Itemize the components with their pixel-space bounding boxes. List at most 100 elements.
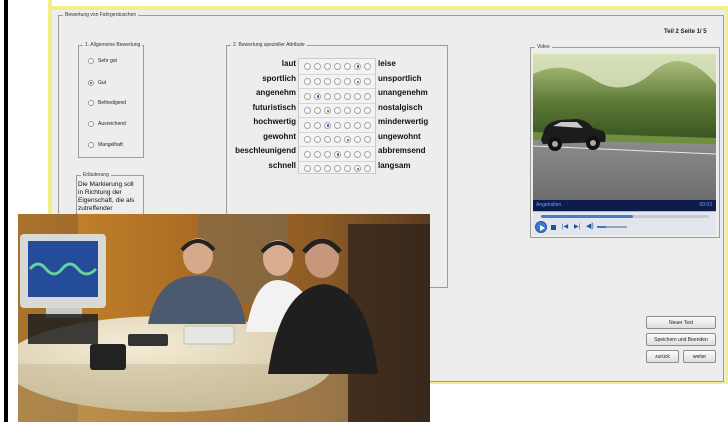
overall-rating-option-label: Gut (98, 80, 107, 86)
scale-radio-button[interactable] (344, 136, 351, 144)
play-icon[interactable] (535, 221, 547, 233)
scale-radio-button[interactable] (344, 107, 351, 115)
radio-button[interactable] (88, 142, 94, 148)
scale-radio-button[interactable] (354, 107, 361, 115)
scale-radio-button[interactable] (314, 136, 321, 144)
scale-radio-button[interactable] (304, 92, 311, 100)
scale-radio-button[interactable] (314, 150, 321, 158)
scale-radio-button[interactable] (314, 165, 321, 173)
radio-button[interactable] (88, 58, 94, 64)
video-status-text: Angehalten (536, 202, 562, 208)
video-player-screen[interactable] (533, 54, 716, 200)
attribute-rating-legend: 2. Bewertung spezieller Attribute (233, 42, 305, 48)
scale-radio-button[interactable] (324, 121, 331, 129)
scale-radio-button[interactable] (324, 62, 331, 70)
attribute-row (299, 131, 375, 144)
scale-radio-button[interactable] (314, 78, 321, 86)
scale-radio-button[interactable] (314, 92, 321, 100)
overall-rating-option[interactable]: Mangelhaft (88, 142, 123, 148)
back-button[interactable]: zurück (646, 350, 679, 363)
scale-radio-button[interactable] (334, 136, 341, 144)
next-icon[interactable]: ▶| (574, 224, 580, 230)
page-indicator: Teil 2 Seite 1/ 5 (664, 29, 707, 35)
overall-rating-option[interactable]: Ausreichend (88, 121, 126, 127)
scale-radio-button[interactable] (324, 165, 331, 173)
overall-rating-option[interactable]: Sehr gut (88, 58, 117, 64)
scale-radio-button[interactable] (354, 136, 361, 144)
scale-radio-button[interactable] (354, 78, 361, 86)
scale-radio-button[interactable] (354, 121, 361, 129)
previous-icon[interactable]: |◀ (562, 224, 568, 230)
video-status-bar: Angehalten 00:03 (533, 200, 716, 211)
scale-radio-button[interactable] (304, 165, 311, 173)
overall-rating-option[interactable]: Gut (88, 80, 106, 86)
video-controls: |◀ ▶| ◀) (533, 211, 716, 235)
scale-radio-button[interactable] (334, 121, 341, 129)
attribute-row (299, 146, 375, 158)
attribute-right-label: unsportlich (378, 73, 422, 83)
scale-radio-button[interactable] (344, 121, 351, 129)
attribute-left-label: hochwertig (253, 117, 296, 126)
stop-icon[interactable] (551, 225, 556, 230)
scale-radio-button[interactable] (354, 150, 361, 158)
overall-rating-option-label: Sehr gut (98, 58, 117, 64)
overall-rating-option[interactable]: Befriedigend (88, 100, 126, 106)
scale-radio-button[interactable] (314, 107, 321, 115)
scale-radio-button[interactable] (324, 150, 331, 158)
scale-radio-button[interactable] (334, 165, 341, 173)
scale-radio-button[interactable] (364, 92, 371, 100)
scale-radio-button[interactable] (344, 165, 351, 173)
next-button[interactable]: weiter (683, 350, 716, 363)
scale-radio-button[interactable] (364, 107, 371, 115)
scale-radio-button[interactable] (344, 78, 351, 86)
scale-radio-button[interactable] (324, 78, 331, 86)
new-test-button[interactable]: Neuer Test (646, 316, 716, 329)
volume-icon[interactable]: ◀) (586, 223, 594, 230)
scale-radio-button[interactable] (304, 121, 311, 129)
attribute-left-label: angenehm (255, 88, 296, 97)
scale-radio-button[interactable] (334, 78, 341, 86)
scale-radio-button[interactable] (344, 92, 351, 100)
scale-radio-button[interactable] (304, 78, 311, 86)
scale-radio-button[interactable] (354, 62, 361, 70)
scale-radio-button[interactable] (304, 150, 311, 158)
seek-bar[interactable] (541, 215, 709, 218)
scale-radio-button[interactable] (334, 150, 341, 158)
volume-slider[interactable] (597, 226, 627, 228)
scale-radio-button[interactable] (334, 92, 341, 100)
scale-radio-button[interactable] (304, 136, 311, 144)
scale-radio-button[interactable] (364, 150, 371, 158)
scale-radio-button[interactable] (314, 121, 321, 129)
scale-radio-button[interactable] (344, 150, 351, 158)
scale-radio-button[interactable] (354, 165, 361, 173)
scale-radio-button[interactable] (364, 136, 371, 144)
attribute-left-label: sportlich (262, 73, 296, 83)
save-and-exit-button[interactable]: Speichern und Beenden (646, 333, 716, 346)
attribute-row (299, 117, 375, 129)
scale-radio-button[interactable] (364, 78, 371, 86)
left-border-line (4, 0, 8, 422)
scale-radio-button[interactable] (334, 107, 341, 115)
radio-button[interactable] (88, 100, 94, 106)
scale-radio-button[interactable] (354, 92, 361, 100)
attribute-row (299, 160, 375, 173)
scale-radio-button[interactable] (304, 107, 311, 115)
volume-level (597, 226, 606, 228)
scale-radio-button[interactable] (314, 62, 321, 70)
scale-radio-button[interactable] (364, 62, 371, 70)
scale-radio-button[interactable] (324, 107, 331, 115)
radio-button[interactable] (88, 80, 94, 86)
scale-radio-button[interactable] (324, 136, 331, 144)
seek-progress (541, 215, 634, 218)
radio-button[interactable] (88, 121, 94, 127)
attribute-left-label: laut (281, 59, 296, 68)
scale-radio-button[interactable] (324, 92, 331, 100)
attribute-left-label: schnell (268, 160, 296, 170)
overall-rating-legend: 1. Allgemeine Bewertung (85, 42, 141, 48)
scale-radio-button[interactable] (334, 62, 341, 70)
scale-radio-button[interactable] (344, 62, 351, 70)
scale-radio-button[interactable] (304, 62, 311, 70)
overall-rating-option-label: Befriedigend (98, 100, 127, 106)
scale-radio-button[interactable] (364, 121, 371, 129)
scale-radio-button[interactable] (364, 165, 371, 173)
